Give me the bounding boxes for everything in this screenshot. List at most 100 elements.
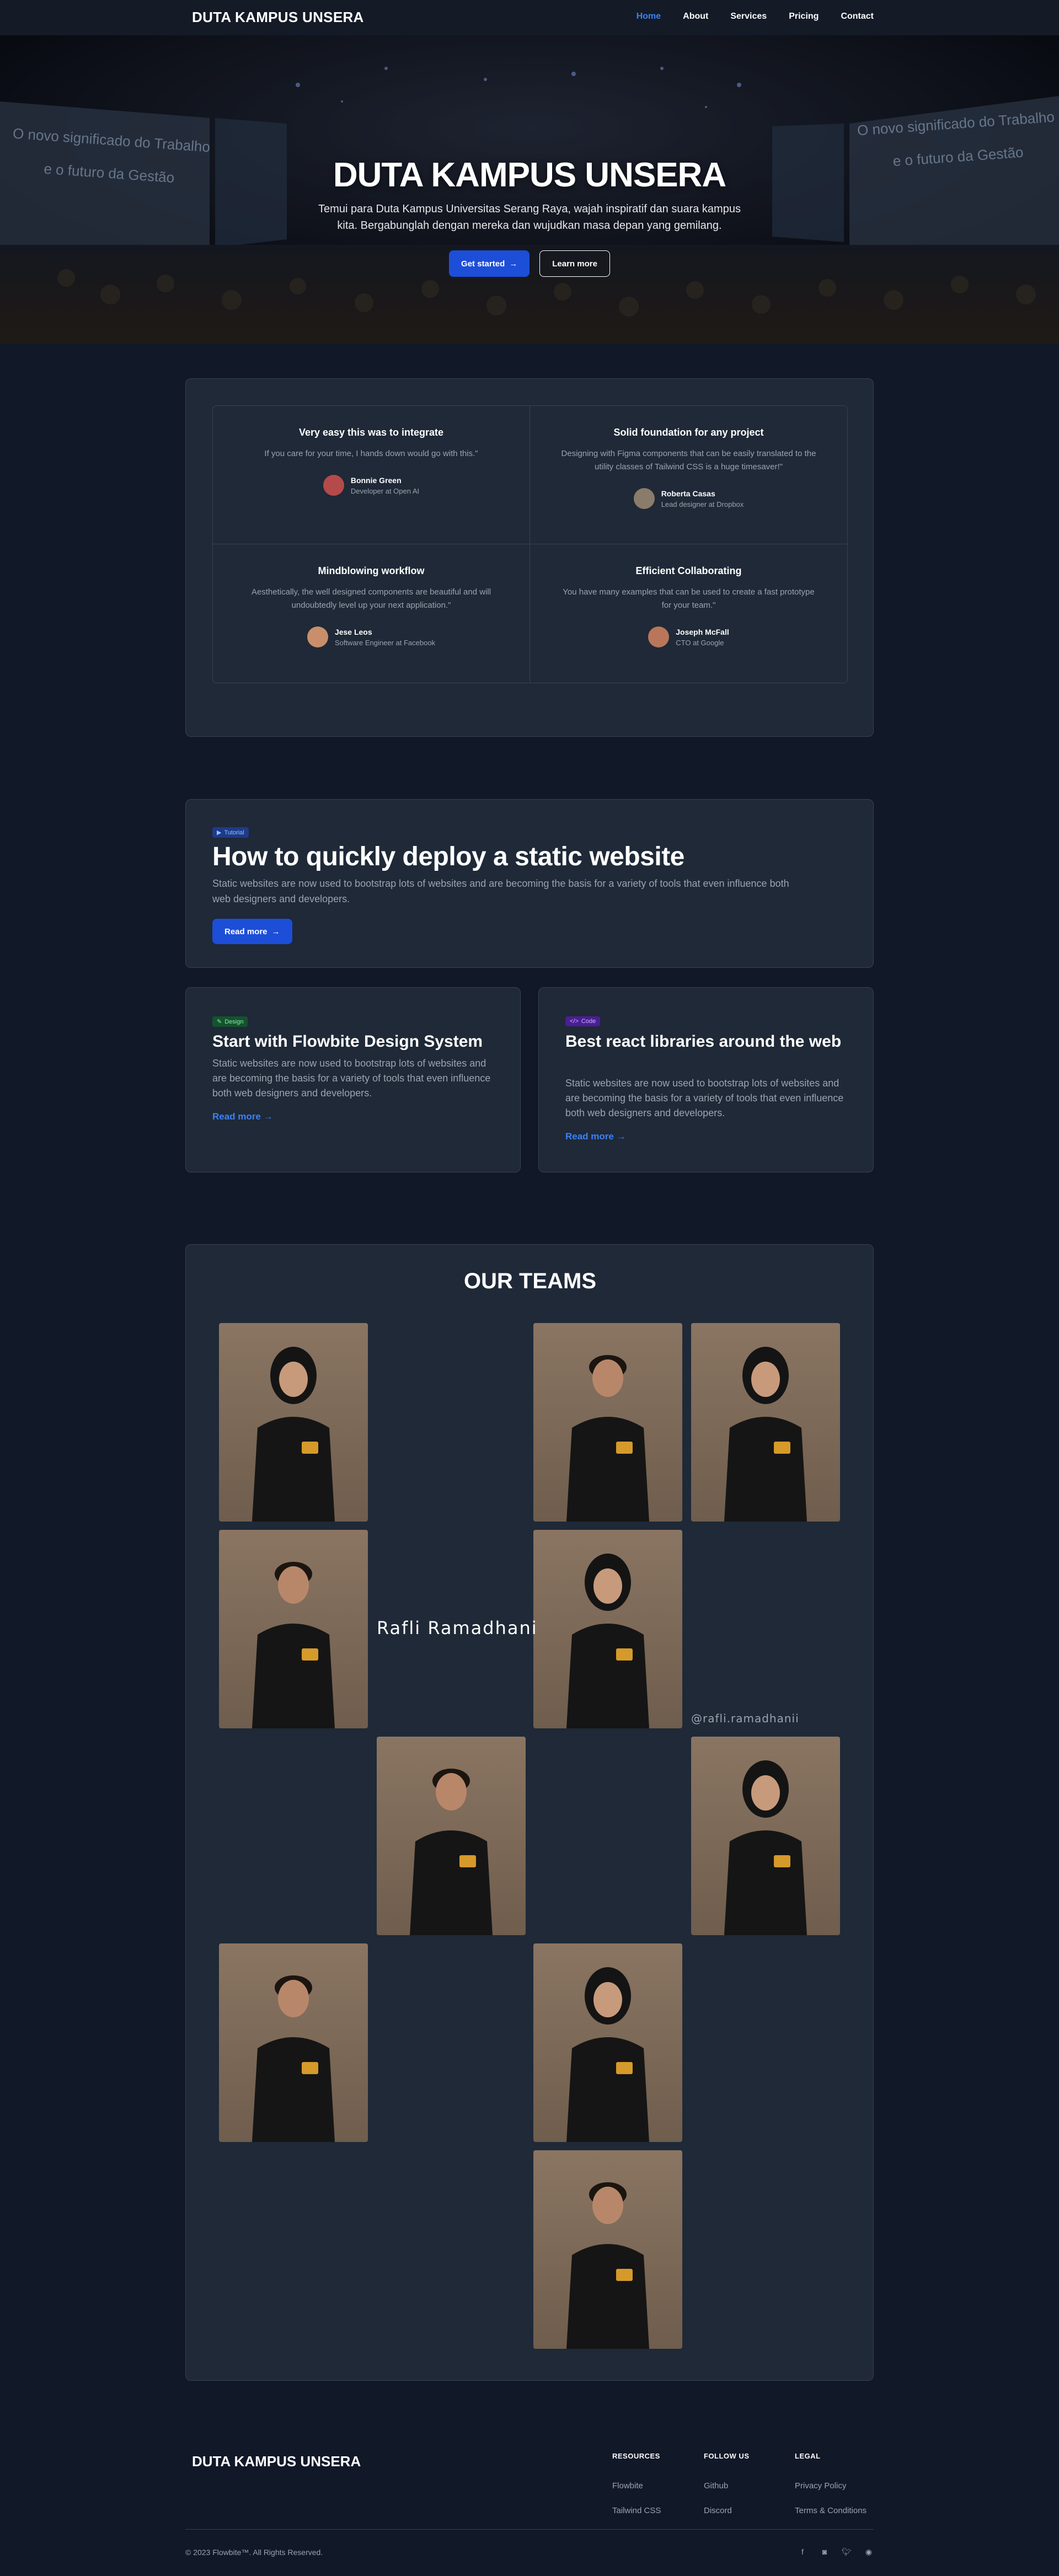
testimonial-author: Roberta Casas Lead designer at Dropbox xyxy=(633,488,744,509)
read-more-link[interactable]: Read more → xyxy=(212,1111,273,1122)
arrow-right-icon: → xyxy=(271,926,280,936)
post-card: </> Code Best react libraries around the… xyxy=(538,987,874,1172)
footer-link[interactable]: Terms & Conditions xyxy=(795,2506,867,2515)
navbar: DUTA KAMPUS UNSERA Home About Services P… xyxy=(0,0,1059,35)
testimonial-card: Efficient Collaborating You have many ex… xyxy=(530,544,847,683)
hero: O novo significado do Trabalho e o futur… xyxy=(0,35,1059,344)
footer-link[interactable]: Privacy Policy xyxy=(795,2481,867,2491)
post-tag-label: Tutorial xyxy=(224,829,244,836)
read-more-button[interactable]: Read more → xyxy=(212,919,292,944)
featured-post-text: Static websites are now used to bootstra… xyxy=(212,878,789,904)
hero-title: DUTA KAMPUS UNSERA xyxy=(333,156,726,194)
author-name: Roberta Casas xyxy=(661,489,715,498)
footer-brand[interactable]: DUTA KAMPUS UNSERA xyxy=(192,2453,361,2470)
post-text: Static websites are now used to bootstra… xyxy=(565,1078,844,1118)
nav-link-about[interactable]: About xyxy=(683,12,708,22)
post-card: ✎ Design Start with Flowbite Design Syst… xyxy=(185,987,521,1172)
get-started-label: Get started xyxy=(461,259,505,269)
team-member-handle: @rafli.ramadhanii xyxy=(691,1712,799,1725)
footer-heading: FOLLOW US xyxy=(704,2452,750,2460)
featured-post-title: How to quickly deploy a static website xyxy=(212,842,684,871)
avatar xyxy=(633,488,655,509)
read-more-label: Read more xyxy=(212,1111,261,1122)
post-tag: </> Code xyxy=(565,1016,601,1026)
testimonial-card: Mindblowing workflow Aesthetically, the … xyxy=(213,544,530,683)
github-icon[interactable]: ◉ xyxy=(864,2547,874,2557)
read-more-label: Read more xyxy=(565,1131,614,1142)
testimonial-text: Designing with Figma components that can… xyxy=(561,449,816,472)
post-title: Start with Flowbite Design System xyxy=(212,1032,483,1051)
testimonials-section: Very easy this was to integrate If you c… xyxy=(185,378,874,737)
read-more-label: Read more xyxy=(224,926,268,936)
footer-column-resources: RESOURCES Flowbite Tailwind CSS xyxy=(612,2452,661,2531)
testimonial-title: Efficient Collaborating xyxy=(635,565,742,576)
author-name: Joseph McFall xyxy=(676,627,729,636)
team-member-name: Rafli Ramadhani xyxy=(377,1618,538,1638)
author-role: Developer at Open AI xyxy=(350,486,420,495)
testimonial-author: Bonnie Green Developer at Open AI xyxy=(323,475,419,496)
twitter-icon[interactable]: 🐦︎ xyxy=(842,2547,852,2557)
footer-link[interactable]: Flowbite xyxy=(612,2481,661,2491)
post-title: Best react libraries around the web xyxy=(565,1032,842,1051)
testimonial-card: Very easy this was to integrate If you c… xyxy=(213,406,530,544)
testimonials-grid: Very easy this was to integrate If you c… xyxy=(212,405,848,683)
arrow-right-icon: → xyxy=(263,1111,273,1122)
facebook-icon[interactable]: f xyxy=(798,2547,807,2557)
team-member-photo xyxy=(219,1530,368,1728)
video-icon: ▶ xyxy=(217,829,222,836)
testimonial-text: If you care for your time, I hands down … xyxy=(264,449,478,458)
arrow-right-icon: → xyxy=(509,259,518,269)
testimonial-text: Aesthetically, the well designed compone… xyxy=(251,587,491,610)
testimonial-title: Solid foundation for any project xyxy=(613,427,764,438)
nav-link-pricing[interactable]: Pricing xyxy=(789,12,819,22)
team-member-photo xyxy=(533,2150,682,2349)
team-member-photo xyxy=(691,1323,840,1522)
footer-link[interactable]: Github xyxy=(704,2481,750,2491)
code-icon: </> xyxy=(570,1018,579,1025)
pencil-icon: ✎ xyxy=(217,1019,222,1025)
author-name: Jese Leos xyxy=(334,627,372,636)
nav-links: Home About Services Pricing Contact xyxy=(614,12,874,22)
testimonial-author: Jese Leos Software Engineer at Facebook xyxy=(307,626,435,647)
get-started-button[interactable]: Get started → xyxy=(449,250,530,277)
footer-link[interactable]: Tailwind CSS xyxy=(612,2506,661,2515)
learn-more-button[interactable]: Learn more xyxy=(539,250,610,277)
nav-link-services[interactable]: Services xyxy=(730,12,767,22)
team-member-photo xyxy=(219,1323,368,1522)
footer-heading: RESOURCES xyxy=(612,2452,660,2460)
featured-post-card: ▶ Tutorial How to quickly deploy a stati… xyxy=(185,799,874,968)
copyright: © 2023 Flowbite™. All Rights Reserved. xyxy=(185,2548,323,2557)
teams-section: OUR TEAMS Rafli Ramadhani @rafli.ramadha… xyxy=(185,1244,874,2381)
nav-link-contact[interactable]: Contact xyxy=(841,12,874,22)
avatar xyxy=(307,626,328,647)
post-tag: ▶ Tutorial xyxy=(212,827,249,838)
discord-icon[interactable]: ◙ xyxy=(820,2547,830,2557)
footer-column-legal: LEGAL Privacy Policy Terms & Conditions xyxy=(795,2452,867,2531)
avatar xyxy=(323,475,344,496)
testimonial-title: Mindblowing workflow xyxy=(318,565,425,576)
arrow-right-icon: → xyxy=(616,1131,626,1142)
author-name: Bonnie Green xyxy=(350,475,402,485)
testimonial-text: You have many examples that can be used … xyxy=(563,587,815,610)
hero-buttons: Get started → Learn more xyxy=(0,250,1059,277)
footer-divider xyxy=(185,2529,874,2530)
post-text: Static websites are now used to bootstra… xyxy=(212,1058,491,1099)
nav-link-home[interactable]: Home xyxy=(637,12,661,22)
team-member-photo xyxy=(691,1737,840,1935)
avatar xyxy=(648,626,670,647)
social-links: f ◙ 🐦︎ ◉ xyxy=(798,2547,874,2557)
team-member-photo xyxy=(377,1737,526,1935)
team-member-photo xyxy=(533,1943,682,2142)
read-more-link[interactable]: Read more → xyxy=(565,1131,626,1142)
author-role: Software Engineer at Facebook xyxy=(334,638,436,647)
team-member-photo xyxy=(533,1323,682,1522)
testimonial-author: Joseph McFall CTO at Google xyxy=(648,626,729,647)
team-member-photo xyxy=(533,1530,682,1728)
post-tag-label: Design xyxy=(224,1018,244,1025)
nav-brand[interactable]: DUTA KAMPUS UNSERA xyxy=(192,9,364,26)
footer-link[interactable]: Discord xyxy=(704,2506,750,2515)
author-role: CTO at Google xyxy=(676,638,724,647)
footer-heading: LEGAL xyxy=(795,2452,821,2460)
testimonial-title: Very easy this was to integrate xyxy=(298,427,444,438)
hero-subtitle: Temui para Duta Kampus Universitas Seran… xyxy=(318,203,741,232)
